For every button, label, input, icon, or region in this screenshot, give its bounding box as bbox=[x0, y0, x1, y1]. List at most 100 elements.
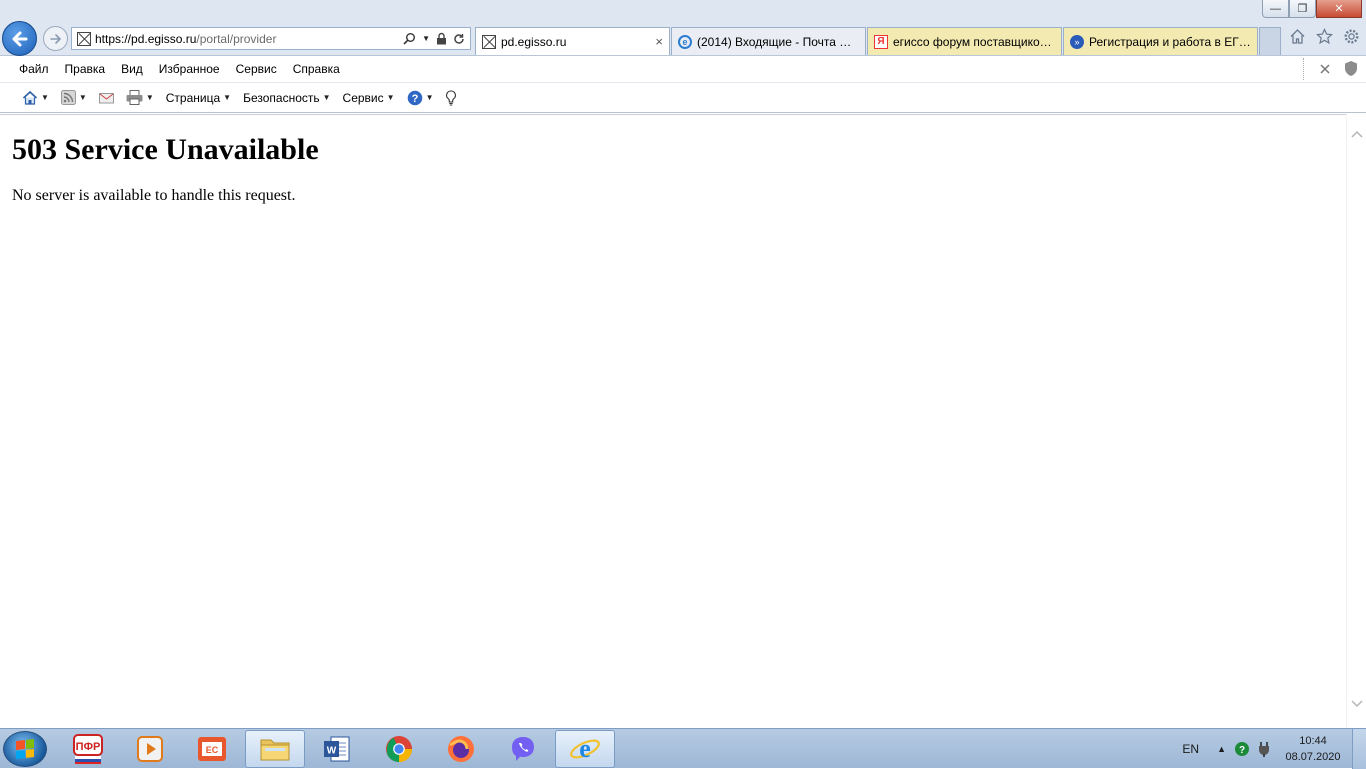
address-url[interactable]: https://pd.egisso.ru/portal/provider bbox=[95, 32, 276, 46]
printer-icon bbox=[126, 90, 143, 105]
menu-bar: Файл Правка Вид Избранное Сервис Справка bbox=[0, 56, 1366, 83]
tab-yandex-search[interactable]: Я егиссо форум поставщиков ... bbox=[867, 27, 1062, 55]
windows-logo-icon bbox=[16, 739, 34, 759]
tab-label: (2014) Входящие - Почта Mai... bbox=[697, 34, 859, 49]
chevron-down-icon[interactable]: ▼ bbox=[79, 93, 87, 102]
chrome-icon bbox=[386, 736, 413, 763]
antivirus-tray-icon[interactable]: ? bbox=[1234, 741, 1250, 757]
ec-app-icon: EC bbox=[198, 737, 226, 761]
tab-mail[interactable]: e (2014) Входящие - Почта Mai... bbox=[671, 27, 866, 55]
menu-view[interactable]: Вид bbox=[113, 62, 151, 76]
show-hidden-icons-icon[interactable]: ▲ bbox=[1217, 744, 1226, 754]
close-window-button[interactable]: ✕ bbox=[1316, 0, 1362, 18]
taskbar-pfr-app[interactable]: ПФР bbox=[58, 730, 118, 768]
tools-menu-label: Сервис bbox=[342, 90, 384, 105]
url-prefix: https://pd. bbox=[95, 31, 148, 46]
tab-pd-egisso[interactable]: pd.egisso.ru × bbox=[475, 27, 670, 55]
menu-help[interactable]: Справка bbox=[285, 62, 348, 76]
menu-tools[interactable]: Сервис bbox=[228, 62, 285, 76]
taskbar-viber[interactable] bbox=[493, 730, 553, 768]
media-player-icon bbox=[137, 736, 163, 762]
home-icon[interactable] bbox=[1289, 28, 1306, 45]
mail-icon bbox=[98, 92, 114, 103]
error-message: No server is available to handle this re… bbox=[12, 187, 296, 204]
new-tab-button[interactable] bbox=[1259, 27, 1281, 55]
forward-button[interactable] bbox=[43, 26, 68, 51]
refresh-icon[interactable] bbox=[453, 33, 465, 45]
close-bar-icon[interactable] bbox=[1320, 63, 1330, 74]
chevron-down-icon: ▼ bbox=[386, 93, 395, 102]
tab-registration[interactable]: » Регистрация и работа в ЕГИ... bbox=[1063, 27, 1258, 55]
window-controls: — ❐ ✕ bbox=[1262, 0, 1362, 18]
lock-icon[interactable] bbox=[436, 32, 447, 45]
address-bar[interactable]: https://pd.egisso.ru/portal/provider ▼ bbox=[71, 27, 471, 50]
security-menu[interactable]: Безопасность ▼ bbox=[239, 91, 334, 105]
scroll-up-arrow-icon[interactable] bbox=[1347, 124, 1366, 144]
chevron-down-icon[interactable]: ▼ bbox=[41, 93, 49, 102]
page-heading: 503 Service Unavailable bbox=[12, 133, 319, 166]
site-icon: » bbox=[1070, 34, 1084, 49]
scroll-down-arrow-icon[interactable] bbox=[1347, 694, 1366, 714]
power-plug-icon[interactable] bbox=[1256, 741, 1272, 757]
browser-window: — ❐ ✕ https://pd.egisso.ru/portal/provid… bbox=[0, 0, 1366, 728]
taskbar: ПФР EC W e EN ▲ ? 10:44 08.07.2020 bbox=[0, 728, 1366, 769]
menu-edit[interactable]: Правка bbox=[57, 62, 114, 76]
mail-command[interactable] bbox=[95, 92, 118, 104]
shield-icon[interactable] bbox=[1344, 60, 1358, 77]
forward-arrow-icon bbox=[49, 33, 61, 44]
taskbar-firefox[interactable] bbox=[431, 730, 491, 768]
viber-icon bbox=[512, 737, 534, 761]
page-content: 503 Service Unavailable No server is ava… bbox=[0, 114, 1346, 728]
start-button[interactable] bbox=[3, 731, 47, 767]
maximize-button[interactable]: ❐ bbox=[1289, 0, 1316, 18]
taskbar-word[interactable]: W bbox=[307, 730, 367, 768]
taskbar-app-ec[interactable]: EC bbox=[182, 730, 242, 768]
navigation-bar: — ❐ ✕ https://pd.egisso.ru/portal/provid… bbox=[0, 0, 1366, 56]
chevron-down-icon: ▼ bbox=[223, 93, 232, 102]
url-domain: egisso.ru bbox=[147, 31, 197, 46]
vertical-scrollbar[interactable] bbox=[1346, 114, 1366, 728]
print-command[interactable]: ▼ bbox=[122, 90, 158, 105]
search-dropdown-icon[interactable]: ▼ bbox=[422, 34, 430, 43]
back-button[interactable] bbox=[2, 21, 37, 56]
feeds-command[interactable]: ▼ bbox=[57, 90, 91, 105]
yandex-icon: Я bbox=[874, 34, 888, 49]
tab-label: pd.egisso.ru bbox=[501, 34, 567, 49]
folder-icon bbox=[260, 739, 290, 761]
svg-text:W: W bbox=[327, 746, 337, 757]
taskbar-chrome[interactable] bbox=[369, 730, 429, 768]
taskbar-internet-explorer[interactable]: e bbox=[555, 730, 615, 768]
chevron-down-icon: ▼ bbox=[322, 93, 331, 102]
search-icon[interactable] bbox=[403, 32, 416, 45]
clock[interactable]: 10:44 08.07.2020 bbox=[1278, 733, 1348, 765]
svg-text:EC: EC bbox=[206, 745, 219, 755]
svg-text:ПФР: ПФР bbox=[76, 741, 101, 753]
tools-menu[interactable]: Сервис ▼ bbox=[339, 91, 399, 105]
page-menu-label: Страница bbox=[165, 90, 221, 105]
clock-time: 10:44 bbox=[1299, 735, 1327, 747]
page-error-icon bbox=[482, 34, 496, 49]
chevron-down-icon[interactable]: ▼ bbox=[426, 93, 434, 102]
chevron-down-icon[interactable]: ▼ bbox=[146, 93, 154, 102]
page-menu[interactable]: Страница ▼ bbox=[162, 91, 235, 105]
menu-favorites[interactable]: Избранное bbox=[151, 62, 228, 76]
browser-actions bbox=[1289, 28, 1360, 45]
minimize-button[interactable]: — bbox=[1262, 0, 1289, 18]
back-arrow-icon bbox=[12, 31, 27, 46]
ie-icon: e bbox=[570, 734, 600, 763]
menubar-right-actions bbox=[1320, 60, 1358, 77]
tab-close-button[interactable]: × bbox=[655, 34, 663, 49]
command-bar: ▼ ▼ ▼ Страница ▼ Безопасность ▼ Сервис ▼… bbox=[0, 83, 1366, 113]
taskbar-media-player[interactable] bbox=[120, 730, 180, 768]
language-indicator[interactable]: EN bbox=[1182, 742, 1199, 756]
suggestions-command[interactable] bbox=[441, 89, 461, 106]
favorites-star-icon[interactable] bbox=[1316, 28, 1333, 45]
home-command[interactable]: ▼ bbox=[18, 90, 53, 106]
help-icon: ? bbox=[407, 90, 422, 105]
taskbar-explorer[interactable] bbox=[245, 730, 305, 768]
menu-file[interactable]: Файл bbox=[11, 62, 57, 76]
help-command[interactable]: ? ▼ bbox=[403, 90, 438, 106]
settings-gear-icon[interactable] bbox=[1343, 28, 1360, 45]
show-desktop-button[interactable] bbox=[1352, 729, 1366, 769]
url-path: /portal/provider bbox=[196, 31, 277, 46]
